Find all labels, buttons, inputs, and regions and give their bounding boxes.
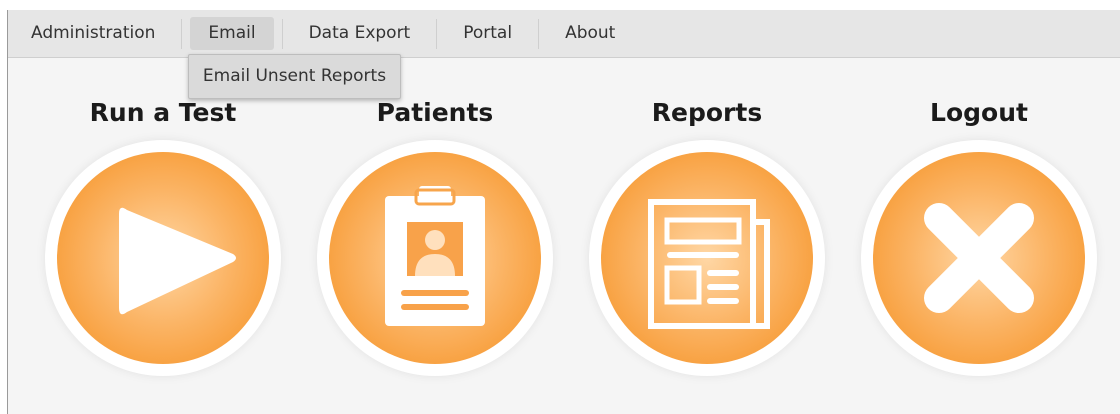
clipboard-id-icon xyxy=(385,186,485,326)
circle-badge xyxy=(873,152,1085,364)
menu-email[interactable]: Email xyxy=(190,17,274,50)
menu-data-export[interactable]: Data Export xyxy=(291,17,429,50)
logout-button[interactable] xyxy=(861,140,1097,376)
menu-separator xyxy=(181,18,183,49)
circle-badge xyxy=(57,152,269,364)
circle-badge xyxy=(329,152,541,364)
app-window: Administration Email Data Export Portal … xyxy=(7,10,1120,414)
reports-button[interactable] xyxy=(589,140,825,376)
tile-title: Logout xyxy=(930,98,1028,127)
run-test-button[interactable] xyxy=(45,140,281,376)
play-icon xyxy=(119,207,236,315)
menu-bar: Administration Email Data Export Portal … xyxy=(8,10,1120,58)
tile-reports[interactable]: Reports xyxy=(587,88,827,376)
menu-separator xyxy=(436,18,438,49)
close-x-icon xyxy=(924,203,1034,313)
email-dropdown-menu: Email Unsent Reports xyxy=(188,54,401,99)
menu-administration[interactable]: Administration xyxy=(13,17,173,50)
circle-badge xyxy=(601,152,813,364)
menu-separator xyxy=(538,18,540,49)
patients-button[interactable] xyxy=(317,140,553,376)
menu-item-email-unsent-reports[interactable]: Email Unsent Reports xyxy=(189,55,400,98)
newspaper-icon xyxy=(648,199,770,329)
menu-about[interactable]: About xyxy=(547,17,633,50)
tile-logout[interactable]: Logout xyxy=(859,88,1099,376)
menu-portal[interactable]: Portal xyxy=(445,17,530,50)
menu-separator xyxy=(281,18,283,49)
tile-title: Reports xyxy=(651,98,763,127)
